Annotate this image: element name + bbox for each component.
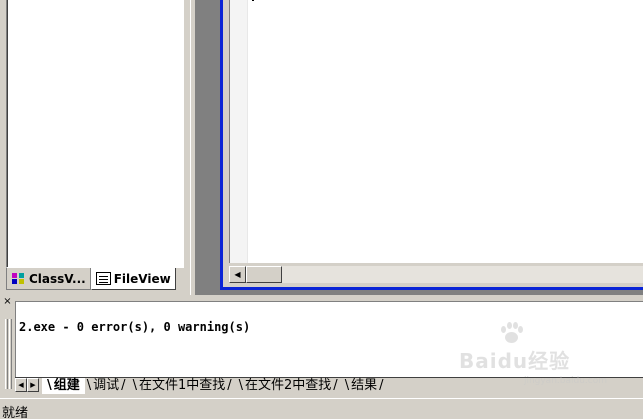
build-result-message: 2.exe - 0 error(s), 0 warning(s) (19, 320, 251, 334)
horizontal-scrollbar[interactable]: ◀ (229, 265, 643, 283)
workspace-tree[interactable] (6, 0, 184, 268)
document-window: ◀ (220, 0, 643, 290)
baidu-watermark: Baidu经验 jingyan.baidu.com (459, 322, 609, 386)
tab-fileview[interactable]: FileView (90, 268, 176, 290)
watermark-url: jingyan.baidu.com (523, 376, 607, 386)
watermark-text: Baidu经验 (459, 349, 571, 373)
tab-results[interactable]: 结果 (340, 378, 389, 394)
workspace-tabs: ClassV... FileView (6, 268, 176, 290)
editor-gutter (230, 0, 254, 263)
classview-icon (11, 272, 26, 285)
tab-find-in-files-1[interactable]: 在文件1中查找 (128, 378, 237, 394)
tab-classview-label: ClassV... (29, 271, 86, 286)
document-frame: ◀ (223, 0, 643, 287)
tab-fileview-label: FileView (113, 271, 171, 286)
scroll-thumb[interactable] (246, 266, 282, 283)
tab-classview[interactable]: ClassV... (6, 268, 91, 290)
output-pane: × 2.exe - 0 error(s), 0 warning(s) ◀ ▶ 组… (0, 295, 643, 398)
text-cursor (252, 0, 254, 1)
status-bar: 就绪 (0, 398, 643, 419)
tab-scroll-left-button[interactable]: ◀ (15, 378, 27, 392)
arrow-right-icon: ▶ (30, 381, 36, 389)
tab-build[interactable]: 组建 (42, 378, 85, 394)
output-grip[interactable]: × (2, 297, 14, 393)
scroll-left-button[interactable]: ◀ (229, 266, 246, 283)
mdi-client-area: ◀ (196, 0, 643, 295)
fileview-icon (95, 272, 111, 285)
arrow-left-icon: ◀ (234, 270, 241, 279)
status-text: 就绪 (2, 406, 29, 419)
tab-scroll-buttons: ◀ ▶ (15, 378, 39, 392)
grip-bar (9, 319, 12, 389)
paw-logo-icon (499, 322, 523, 344)
tab-find-in-files-2[interactable]: 在文件2中查找 (234, 378, 343, 394)
grip-bar (5, 319, 8, 389)
workspace-pane: ClassV... FileView (0, 0, 190, 295)
arrow-left-icon: ◀ (18, 381, 24, 389)
close-icon[interactable]: × (2, 297, 13, 308)
tab-scroll-right-button[interactable]: ▶ (27, 378, 39, 392)
code-editor[interactable] (229, 0, 643, 263)
tab-debug[interactable]: 调试 (82, 378, 131, 394)
